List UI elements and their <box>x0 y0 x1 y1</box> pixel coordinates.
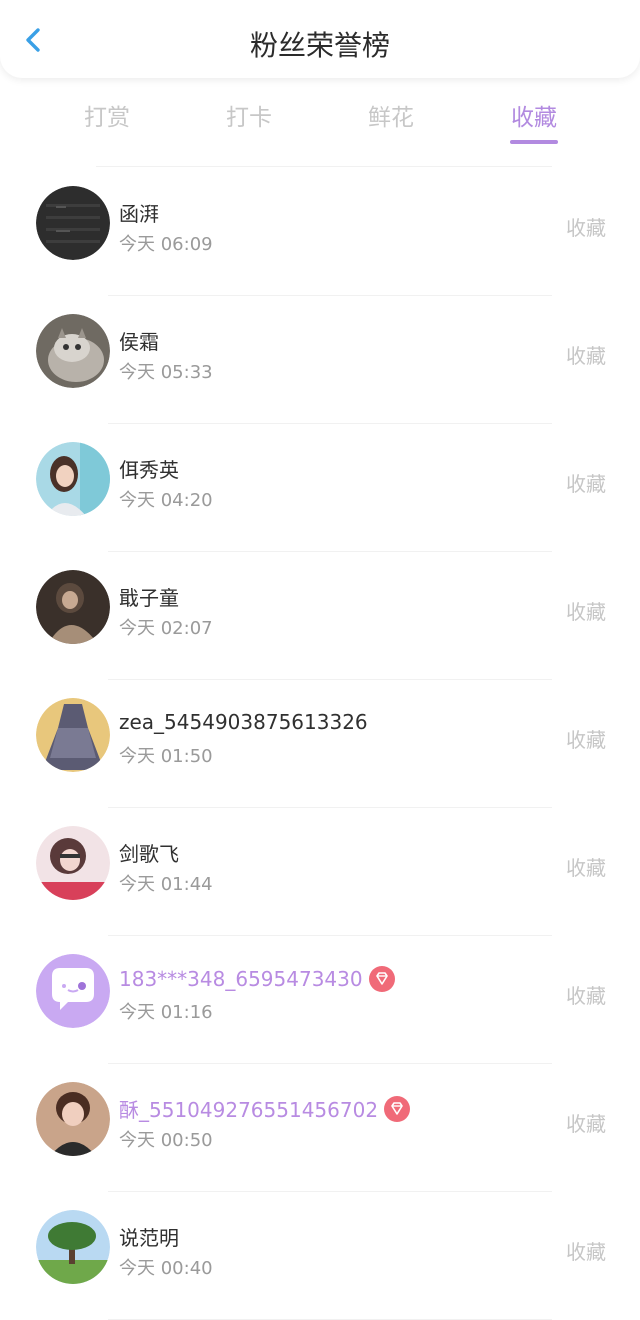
favorite-action-label: 收藏 <box>566 344 606 368</box>
avatar-chat-bubble[interactable] <box>36 954 110 1028</box>
favorite-action-label: 收藏 <box>566 472 606 496</box>
avatar-cat[interactable] <box>36 314 110 388</box>
favorite-action-label: 收藏 <box>566 984 606 1008</box>
fan-name: 函湃 <box>119 202 159 226</box>
active-tab-indicator <box>510 140 558 144</box>
name-wrap: 佴秀英 <box>119 454 179 483</box>
fan-row[interactable]: 剑歌飞 今天 01:44 收藏 <box>0 808 640 936</box>
fan-name: 说范明 <box>119 1226 179 1250</box>
tab-favorite[interactable]: 收藏 <box>494 98 574 132</box>
avatar-girl-pink[interactable] <box>36 826 110 900</box>
fan-row[interactable]: 酥_551049276551456702 今天 00:50 收藏 <box>0 1064 640 1192</box>
tab-divider <box>96 166 552 167</box>
fan-time: 今天 01:16 <box>119 1002 213 1023</box>
tab-bar: 打赏 打卡 鲜花 收藏 <box>0 92 640 148</box>
fan-name: 戢子童 <box>119 586 179 610</box>
fan-name: 183***348_6595473430 <box>119 967 363 991</box>
avatar-girl-dark[interactable] <box>36 570 110 644</box>
fan-row[interactable]: 函湃 今天 06:09 收藏 <box>0 168 640 296</box>
name-wrap: zea_5454903875613326 <box>119 710 368 734</box>
name-wrap: 183***348_6595473430 <box>119 966 395 992</box>
fan-name: 剑歌飞 <box>119 842 179 866</box>
avatar-girl-blue[interactable] <box>36 442 110 516</box>
fan-name: 佴秀英 <box>119 458 179 482</box>
tab-checkin[interactable]: 打卡 <box>209 98 289 132</box>
name-wrap: 酥_551049276551456702 <box>119 1094 411 1123</box>
fan-list: 函湃 今天 06:09 收藏 侯霜 今天 05:33 收藏 佴秀英 今天 04:… <box>0 168 640 1320</box>
tab-reward[interactable]: 打赏 <box>67 98 147 132</box>
favorite-action-label: 收藏 <box>566 216 606 240</box>
tab-flower[interactable]: 鲜花 <box>351 98 431 132</box>
name-wrap: 剑歌飞 <box>119 838 179 867</box>
fan-name: 酥_551049276551456702 <box>119 1098 379 1122</box>
fan-time: 今天 02:07 <box>119 618 213 639</box>
fan-row[interactable]: 侯霜 今天 05:33 收藏 <box>0 296 640 424</box>
vip-diamond-icon <box>384 1095 411 1122</box>
fan-time: 今天 06:09 <box>119 234 213 255</box>
favorite-action-label: 收藏 <box>566 600 606 624</box>
fan-name: zea_5454903875613326 <box>119 710 368 734</box>
name-wrap: 说范明 <box>119 1222 179 1251</box>
avatar-child[interactable] <box>36 1082 110 1156</box>
favorite-action-label: 收藏 <box>566 1240 606 1264</box>
fan-time: 今天 05:33 <box>119 362 213 383</box>
avatar-dark-screen[interactable] <box>36 186 110 260</box>
top-header: 粉丝荣誉榜 <box>0 0 640 78</box>
name-wrap: 函湃 <box>119 198 159 227</box>
fan-time: 今天 04:20 <box>119 490 213 511</box>
fan-name: 侯霜 <box>119 330 159 354</box>
favorite-action-label: 收藏 <box>566 1112 606 1136</box>
avatar-dress[interactable] <box>36 698 110 772</box>
fan-time: 今天 00:40 <box>119 1258 213 1279</box>
fan-row[interactable]: 183***348_6595473430 今天 01:16 收藏 <box>0 936 640 1064</box>
name-wrap: 戢子童 <box>119 582 179 611</box>
vip-diamond-icon <box>368 966 395 992</box>
fan-time: 今天 01:50 <box>119 746 213 767</box>
fan-row[interactable]: 说范明 今天 00:40 收藏 <box>0 1192 640 1320</box>
fan-row[interactable]: 戢子童 今天 02:07 收藏 <box>0 552 640 680</box>
fan-row[interactable]: zea_5454903875613326 今天 01:50 收藏 <box>0 680 640 808</box>
fan-time: 今天 01:44 <box>119 874 213 895</box>
fan-row[interactable]: 佴秀英 今天 04:20 收藏 <box>0 424 640 552</box>
name-wrap: 侯霜 <box>119 326 159 355</box>
fan-time: 今天 00:50 <box>119 1130 213 1151</box>
page-title: 粉丝荣誉榜 <box>249 29 390 62</box>
avatar-tree[interactable] <box>36 1210 110 1284</box>
favorite-action-label: 收藏 <box>566 728 606 752</box>
favorite-action-label: 收藏 <box>566 856 606 880</box>
